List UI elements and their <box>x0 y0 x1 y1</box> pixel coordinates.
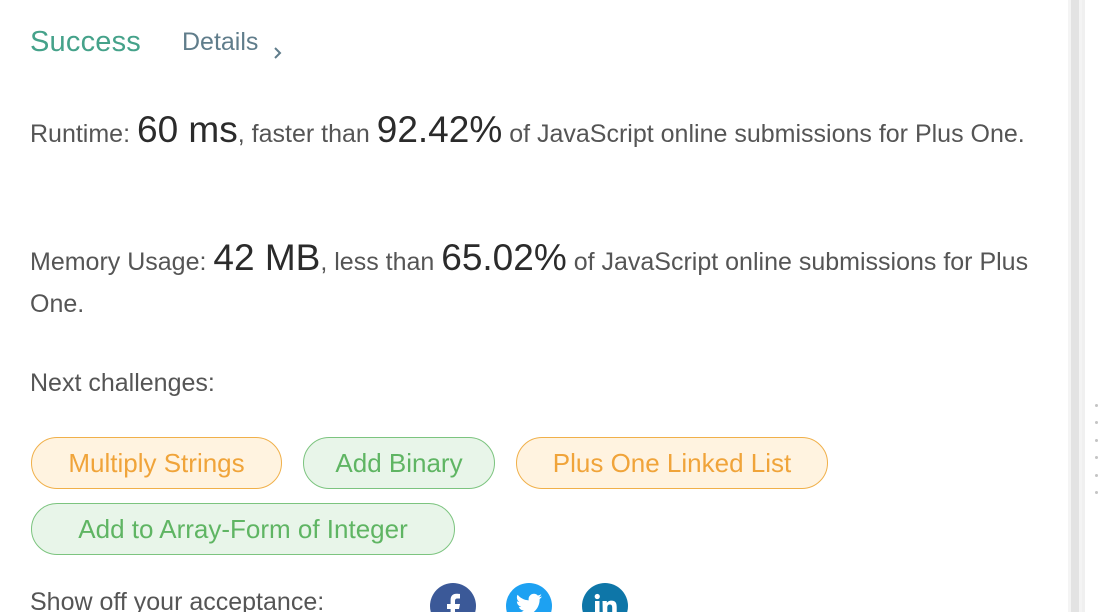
share-label: Show off your acceptance: <box>30 588 325 612</box>
linkedin-icon <box>594 593 617 612</box>
memory-comparison: , less than <box>320 248 435 276</box>
memory-stats: Memory Usage: 42 MB, less than 65.02% of… <box>30 237 1030 325</box>
facebook-share-button[interactable] <box>430 583 476 612</box>
facebook-icon <box>447 593 460 612</box>
submission-result-panel: Success Details Runtime: 60 ms, faster t… <box>0 0 1068 612</box>
challenge-tag-multiply-strings[interactable]: Multiply Strings <box>31 437 282 489</box>
runtime-label: Runtime: <box>30 120 131 148</box>
twitter-icon <box>516 593 542 612</box>
challenge-tag-add-binary[interactable]: Add Binary <box>303 437 495 489</box>
runtime-stats: Runtime: 60 ms, faster than 92.42% of Ja… <box>30 109 1030 155</box>
next-challenges-label: Next challenges: <box>30 369 215 397</box>
memory-label: Memory Usage: <box>30 248 207 276</box>
details-label: Details <box>182 28 259 56</box>
submission-status: Success <box>30 26 141 58</box>
twitter-share-button[interactable] <box>506 583 552 612</box>
result-header: Success Details <box>30 26 284 59</box>
memory-value: 42 MB <box>213 237 321 278</box>
linkedin-share-button[interactable] <box>582 583 628 612</box>
details-link[interactable]: Details <box>182 28 284 59</box>
runtime-suffix: of JavaScript online submissions for Plu… <box>509 120 1025 148</box>
challenge-tag-plus-one-linked-list[interactable]: Plus One Linked List <box>516 437 828 489</box>
pane-resize-handle[interactable] <box>1085 0 1100 612</box>
runtime-comparison: , faster than <box>237 120 370 148</box>
runtime-value: 60 ms <box>137 109 238 150</box>
runtime-percentile: 92.42% <box>376 109 503 150</box>
challenge-tag-add-to-array-form[interactable]: Add to Array-Form of Integer <box>31 503 455 555</box>
memory-percentile: 65.02% <box>441 237 567 278</box>
chevron-right-icon <box>272 37 284 59</box>
resize-grip-icon[interactable] <box>1095 404 1098 494</box>
scrollbar-thumb[interactable] <box>1071 0 1079 612</box>
